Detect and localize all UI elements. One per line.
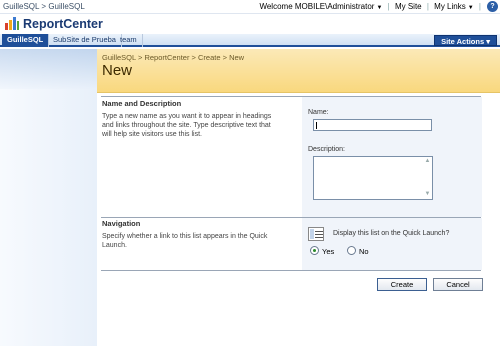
navigation-section-title: Navigation	[102, 219, 141, 228]
user-menu-area: Welcome MOBILE\Administrator ▼ | My Site …	[259, 2, 484, 11]
scroll-up-icon[interactable]: ▲	[424, 158, 431, 165]
divider: |	[426, 2, 429, 11]
top-bar: GuilleSQL > GuilleSQL Welcome MOBILE\Adm…	[0, 0, 500, 14]
tab-subsite-de-prueba[interactable]: SubSite de Prueba	[48, 34, 122, 47]
section-divider	[101, 270, 481, 271]
quick-launch-icon	[308, 227, 324, 241]
top-nav-tabs: GuilleSQL SubSite de Prueba team Site Ac…	[0, 34, 500, 47]
tab-team[interactable]: team	[115, 34, 143, 47]
page-header: GuilleSQL > ReportCenter > Create > New …	[97, 49, 500, 93]
chevron-down-icon: ▾	[486, 37, 490, 46]
quick-launch-yes-label: Yes	[322, 247, 335, 256]
new-list-form: Name and Description Type a new name as …	[97, 93, 500, 346]
scroll-down-icon[interactable]: ▼	[424, 191, 431, 198]
site-actions-menu[interactable]: Site Actions ▾	[434, 35, 497, 46]
name-input[interactable]	[313, 119, 432, 131]
site-title[interactable]: ReportCenter	[23, 17, 103, 31]
quick-launch-gradient	[0, 49, 97, 89]
page-title: New	[102, 62, 133, 79]
quick-launch-yes-radio[interactable]	[310, 246, 319, 255]
name-section-description: Type a new name as you want it to appear…	[102, 113, 272, 138]
create-button[interactable]: Create	[377, 278, 427, 291]
page-breadcrumb[interactable]: GuilleSQL > ReportCenter > Create > New	[102, 53, 244, 62]
divider: |	[387, 2, 390, 11]
welcome-menu[interactable]: Welcome MOBILE\Administrator	[259, 2, 374, 11]
report-center-logo-icon	[5, 17, 19, 30]
site-title-bar: ReportCenter	[0, 14, 500, 34]
tab-guillesql[interactable]: GuilleSQL	[2, 34, 50, 47]
cancel-button[interactable]: Cancel	[433, 278, 483, 291]
description-label: Description:	[308, 146, 345, 153]
quick-launch-no-radio[interactable]	[347, 246, 356, 255]
help-icon[interactable]: ?	[487, 1, 498, 12]
quick-launch-panel	[0, 49, 97, 346]
breadcrumb-separator: >	[41, 2, 47, 11]
chevron-down-icon[interactable]: ▼	[468, 5, 474, 11]
navigation-fields-panel	[302, 218, 482, 270]
site-actions-label: Site Actions	[441, 37, 485, 46]
name-section-title: Name and Description	[102, 99, 182, 108]
description-textarea[interactable]: ▲ ▼	[313, 156, 433, 200]
text-caret	[316, 122, 317, 129]
global-breadcrumb: GuilleSQL > GuilleSQL	[3, 2, 85, 11]
my-links-menu[interactable]: My Links	[434, 2, 466, 11]
global-breadcrumb-current[interactable]: GuilleSQL	[48, 2, 84, 11]
divider: |	[478, 2, 481, 11]
quick-launch-question: Display this list on the Quick Launch?	[333, 230, 450, 237]
global-breadcrumb-link[interactable]: GuilleSQL	[3, 2, 39, 11]
name-label: Name:	[308, 109, 329, 116]
chevron-down-icon[interactable]: ▼	[376, 5, 382, 11]
my-site-link[interactable]: My Site	[395, 2, 422, 11]
quick-launch-no-label: No	[359, 247, 369, 256]
navigation-section-description: Specify whether a link to this list appe…	[102, 233, 268, 249]
